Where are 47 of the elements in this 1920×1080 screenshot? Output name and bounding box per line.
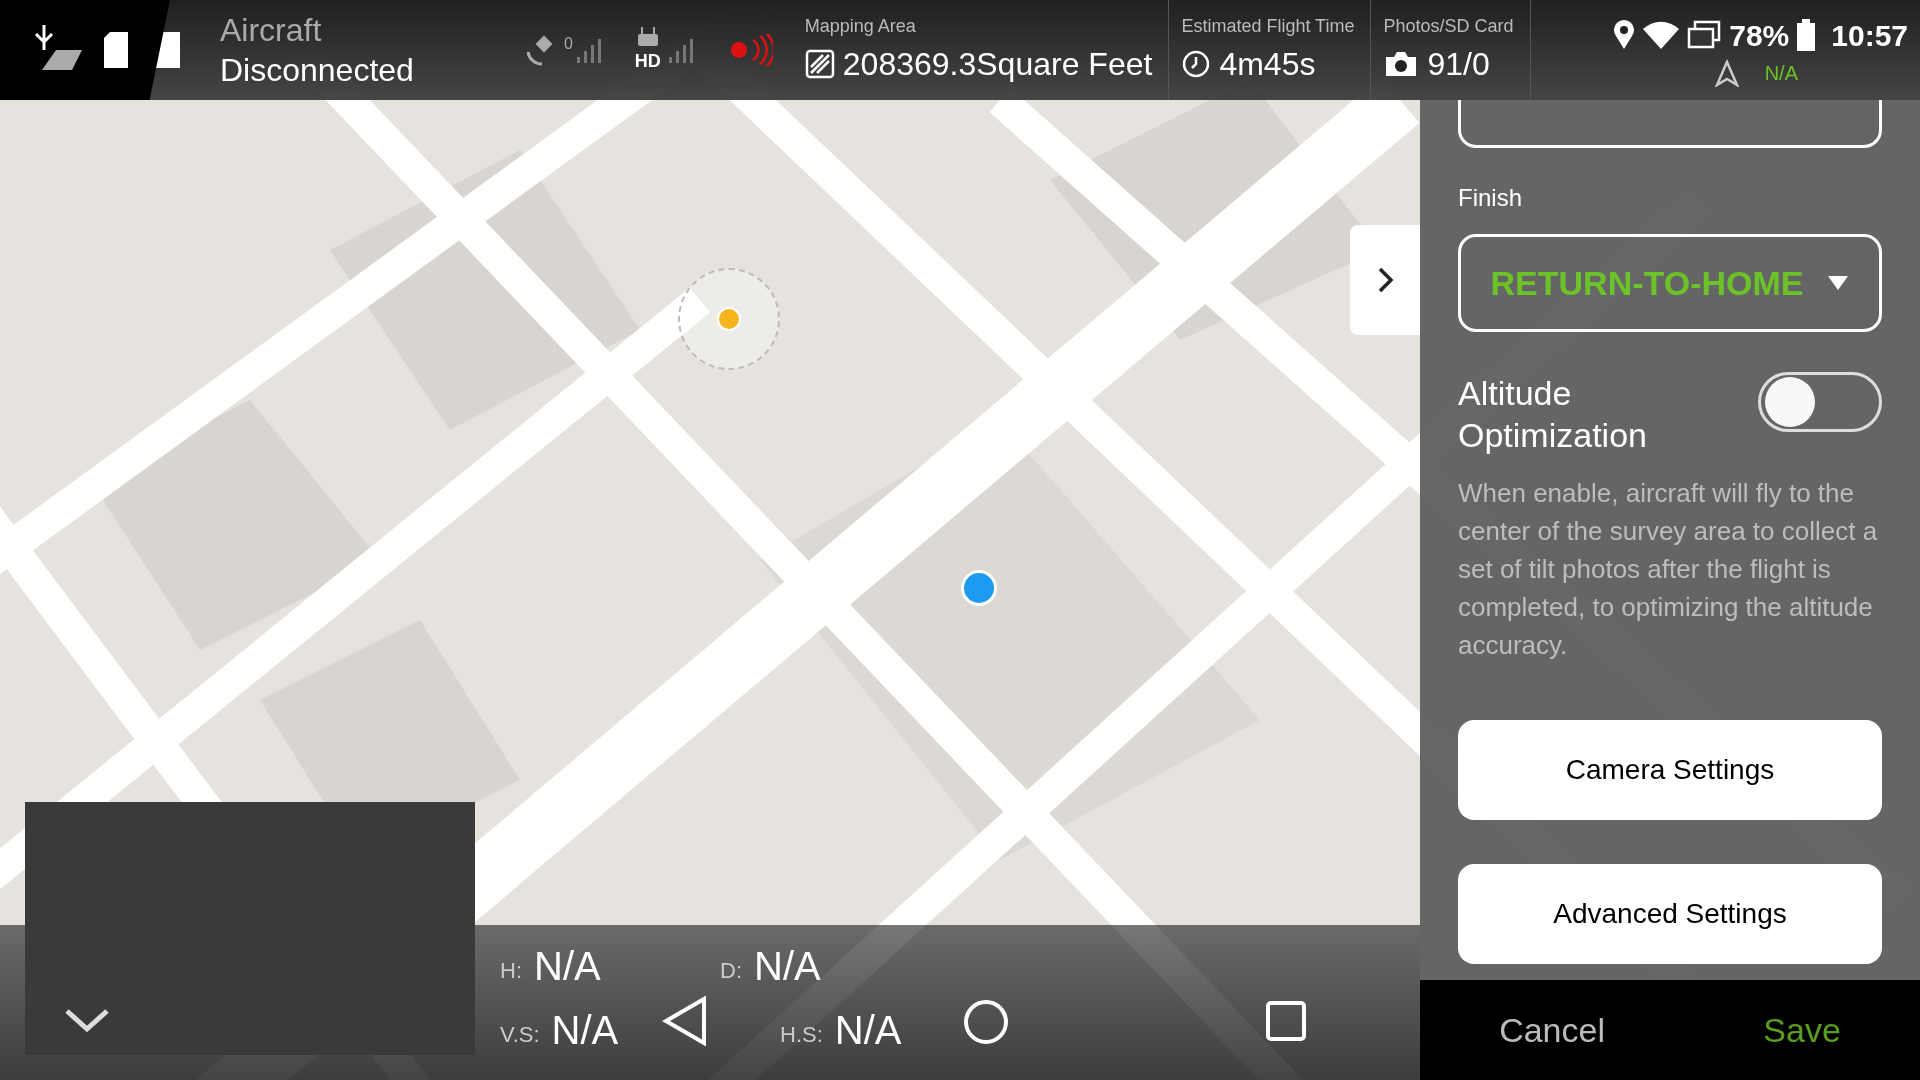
stat-value: 208369.3Square Feet: [842, 44, 1153, 84]
satellite-count: 0: [563, 34, 573, 54]
telemetry-value: N/A: [534, 945, 601, 987]
finish-label: Finish: [1458, 183, 1524, 213]
telemetry-label: H.S:: [780, 1021, 823, 1049]
stat-value: 4m45s: [1219, 44, 1316, 84]
hd-label: HD: [634, 49, 661, 73]
altitude-description: When enable, aircraft will fly to the center of the survey area to collect a set of tilt photos after the flight is completed, to optimizing the altitude accuracy.: [1458, 477, 1879, 662]
stat-label: Mapping Area: [804, 14, 917, 38]
battery-icon: [1797, 19, 1816, 51]
connection-status: Disconnected: [220, 51, 414, 90]
rtk-status: N/A: [1764, 60, 1798, 86]
clock-icon: [1181, 48, 1212, 79]
toggle-switch[interactable]: [1758, 372, 1882, 432]
location-pin-icon: [1613, 20, 1636, 50]
telemetry-value: N/A: [754, 945, 821, 987]
hatched-square-icon: [804, 48, 835, 79]
stat-label: Photos/SD Card: [1383, 14, 1514, 38]
telemetry-value: N/A: [551, 1009, 619, 1051]
home-button[interactable]: [962, 998, 1010, 1046]
stat-label: Estimated Flight Time: [1181, 14, 1355, 38]
advanced-settings-button[interactable]: Advanced Settings: [1458, 864, 1882, 964]
recents-button[interactable]: [1265, 1000, 1307, 1042]
save-button[interactable]: Save: [1747, 1004, 1857, 1056]
altitude-optimization-label: Altitude Optimization: [1458, 373, 1648, 456]
chevron-right-icon: [1376, 265, 1396, 295]
telemetry-label: D:: [720, 957, 742, 985]
sd-card-icon: [104, 32, 128, 68]
battery-percent: 78%: [1729, 17, 1790, 54]
wifi-icon: [1643, 21, 1680, 49]
telemetry-value: N/A: [834, 1009, 902, 1051]
cancel-button[interactable]: Cancel: [1483, 1004, 1621, 1056]
stat-value: 91/0: [1427, 44, 1490, 84]
back-button[interactable]: [662, 995, 708, 1047]
camera-settings-button[interactable]: Camera Settings: [1458, 720, 1882, 820]
expand-panel-button[interactable]: [1350, 225, 1422, 335]
clock-time: 10:57: [1831, 17, 1908, 54]
aircraft-label: Aircraft: [220, 11, 323, 50]
dropdown-triangle-icon: [1827, 275, 1850, 291]
home-circle-icon: [962, 998, 1010, 1046]
rtk-antenna-icon: [1712, 58, 1741, 87]
back-triangle-icon: [662, 995, 708, 1047]
monitor-icon: [1687, 20, 1722, 50]
square-icon: [1265, 1000, 1307, 1042]
telemetry-label: V.S:: [500, 1021, 540, 1049]
telemetry-label: H:: [500, 957, 522, 985]
remote-controller-icon: [635, 25, 660, 48]
